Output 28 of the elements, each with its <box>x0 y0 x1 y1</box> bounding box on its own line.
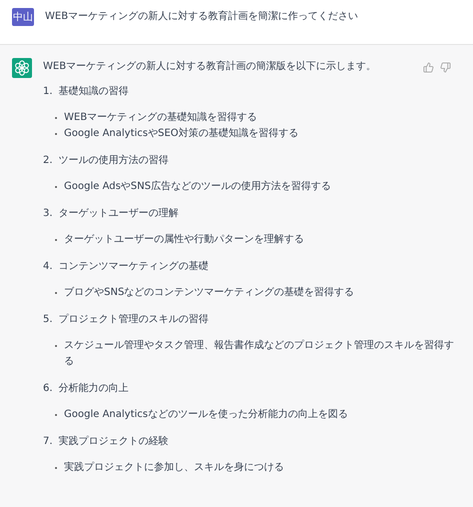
list-number: 1. <box>43 85 53 99</box>
bullet-text: WEBマーケティングの基礎知識を習得する <box>64 110 258 125</box>
bullet-text: ターゲットユーザーの属性や行動パターンを理解する <box>64 232 304 247</box>
section-heading: ターゲットユーザーの理解 <box>58 207 179 221</box>
thumbs-down-icon[interactable] <box>440 62 451 72</box>
section-heading: ツールの使用方法の習得 <box>58 154 169 168</box>
section-heading: 実践プロジェクトの経験 <box>58 434 169 449</box>
list-number: 6. <box>43 382 53 396</box>
bullet-text: ブログやSNSなどのコンテンツマーケティングの基礎を習得する <box>64 286 354 300</box>
bullet-text: Google AnalyticsやSEO対策の基礎知識を習得する <box>64 126 298 141</box>
bullet-text: Google Analyticsなどのツールを使った分析能力の向上を図る <box>64 408 348 422</box>
section-heading: 基礎知識の習得 <box>58 84 129 99</box>
list-number: 5. <box>43 313 53 327</box>
assistant-intro: WEBマーケティングの新人に対する教育計画の簡潔版を以下に示します。 <box>43 60 376 74</box>
bullet-text: スケジュール管理やタスク管理、報告書作成などのプロジェクト管理のスキルを習得する <box>64 338 455 369</box>
section-heading: プロジェクト管理のスキルの習得 <box>58 312 209 327</box>
user-message: WEBマーケティングの新人に対する教育計画を簡潔に作ってください <box>45 10 358 24</box>
bullet-text: Google AdsやSNS広告などのツールの使用方法を習得する <box>64 180 331 194</box>
list-number: 2. <box>43 154 53 168</box>
assistant-logo-icon <box>12 58 32 78</box>
list-number: 4. <box>43 260 53 274</box>
section-heading: コンテンツマーケティングの基礎 <box>58 260 209 274</box>
thumbs-up-icon[interactable] <box>423 62 434 72</box>
user-avatar: 中山 <box>12 8 34 26</box>
list-number: 7. <box>43 435 53 449</box>
list-number: 3. <box>43 207 53 221</box>
bullet-text: 実践プロジェクトに参加し、スキルを身につける <box>64 460 284 475</box>
section-heading: 分析能力の向上 <box>58 382 129 396</box>
